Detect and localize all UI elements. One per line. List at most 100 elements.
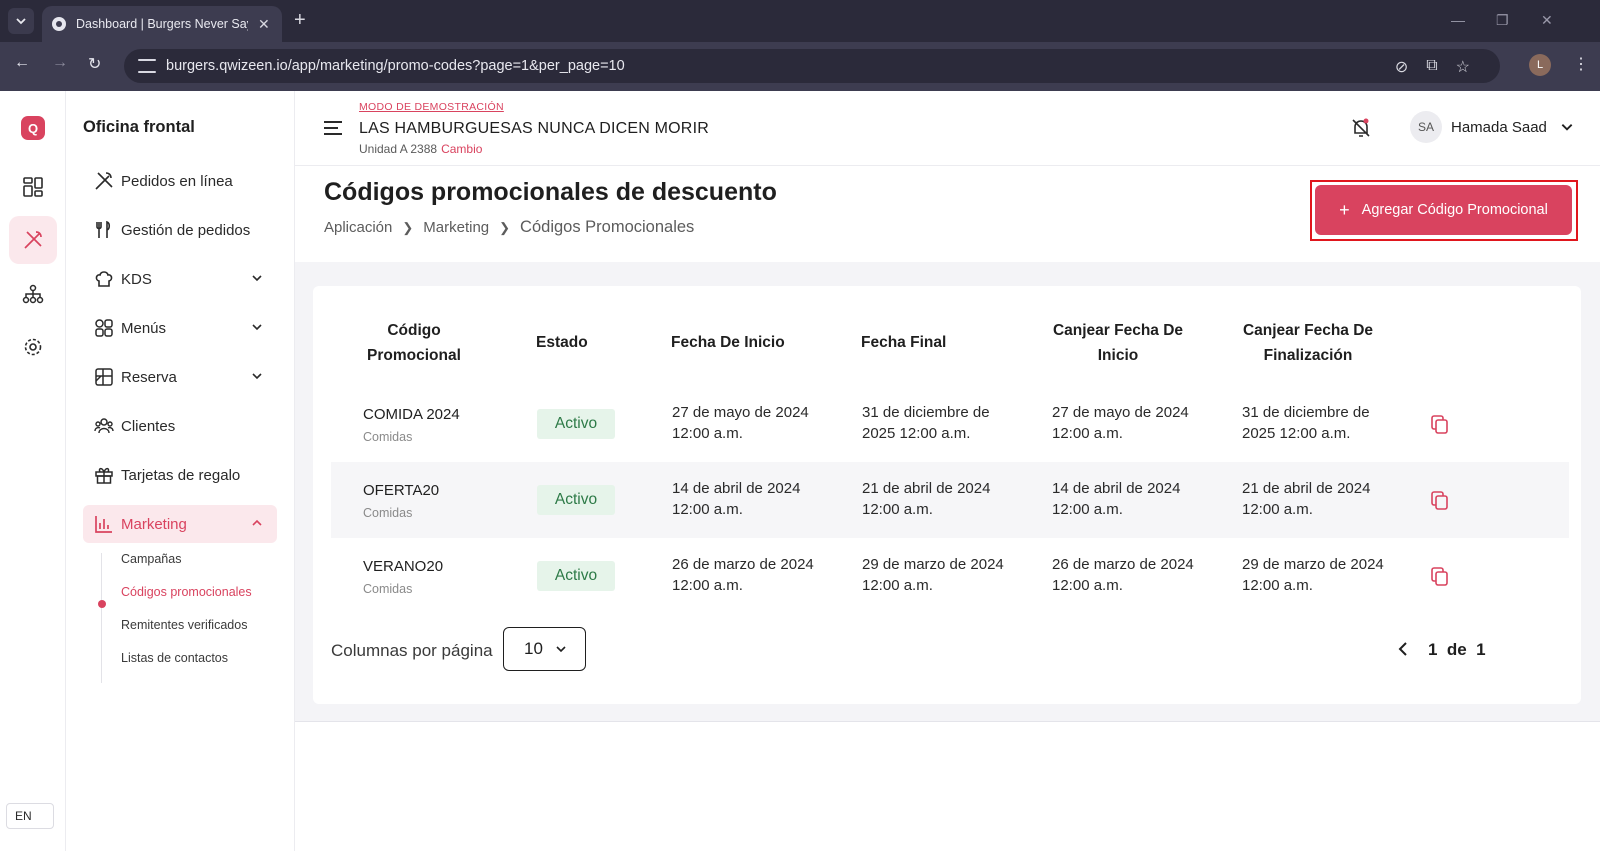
new-tab-button[interactable]: +	[294, 10, 306, 30]
top-bar: MODO DE DEMOSTRACIÓN LAS HAMBURGUESAS NU…	[295, 91, 1600, 166]
url-text[interactable]: burgers.qwizeen.io/app/marketing/promo-c…	[166, 58, 625, 74]
bar-chart-icon	[93, 513, 115, 535]
profile-avatar[interactable]: L	[1529, 54, 1551, 76]
column-header-code[interactable]: Código Promocional	[349, 318, 479, 368]
sidebar-item-label: Reserva	[121, 368, 177, 386]
restaurant-name: LAS HAMBURGUESAS NUNCA DICEN MORIR	[359, 120, 709, 137]
time-line: 12:00 a.m.	[672, 501, 743, 518]
tab-search-button[interactable]	[8, 8, 34, 34]
redeem-end-cell: 21 de abril de 2024 12:00 a.m.	[1242, 478, 1370, 520]
date-line: 29 de marzo de 2024	[1242, 556, 1384, 573]
add-promo-code-button[interactable]: + Agregar Código Promocional	[1315, 185, 1572, 235]
sidebar-item-reservation[interactable]: Reserva	[83, 358, 277, 396]
gear-icon	[24, 338, 42, 356]
user-avatar[interactable]: SA	[1410, 111, 1442, 143]
date-line: 26 de marzo de 2024	[672, 556, 814, 573]
sidebar-item-gift-cards[interactable]: Tarjetas de regalo	[83, 456, 277, 494]
copy-icon[interactable]	[1429, 565, 1451, 587]
column-header-status[interactable]: Estado	[536, 330, 588, 355]
star-icon[interactable]: ☆	[1456, 57, 1470, 77]
sidebar-subitem-contact-lists[interactable]: Listas de contactos	[121, 651, 228, 665]
promo-code-cell: OFERTA20 Comidas	[363, 480, 439, 524]
page-title: Códigos promocionales de descuento	[324, 178, 777, 206]
header-line: Finalización	[1263, 347, 1353, 364]
user-name[interactable]: Hamada Saad	[1451, 119, 1547, 136]
status-badge: Activo	[537, 561, 615, 591]
date-line: 21 de abril de 2024	[862, 480, 991, 497]
date-line: 27 de mayo de 2024	[672, 404, 809, 421]
column-header-start-date[interactable]: Fecha De Inicio	[671, 330, 785, 355]
breadcrumb-item[interactable]: Marketing	[423, 219, 489, 236]
time-line: 2025 12:00 a.m.	[1242, 425, 1351, 442]
window-close-icon[interactable]: ✕	[1541, 12, 1553, 29]
copy-icon[interactable]	[1429, 413, 1451, 435]
rail-front-office-button[interactable]	[9, 216, 57, 264]
sidebar-subitem-verified-senders[interactable]: Remitentes verificados	[121, 618, 247, 632]
rail-org-button[interactable]	[9, 270, 57, 318]
status-badge: Activo	[537, 409, 615, 439]
time-line: 12:00 a.m.	[1052, 501, 1123, 518]
chevron-down-icon[interactable]	[1560, 120, 1574, 134]
dashboard-icon	[23, 177, 43, 197]
date-line: 27 de mayo de 2024	[1052, 404, 1189, 421]
header-line: Fecha Final	[861, 334, 947, 351]
time-line: 12:00 a.m.	[1052, 577, 1123, 594]
sidebar-subitem-promo-codes[interactable]: Códigos promocionales	[121, 585, 252, 599]
address-bar[interactable]: burgers.qwizeen.io/app/marketing/promo-c…	[124, 49, 1500, 83]
highlight-frame: + Agregar Código Promocional	[1310, 180, 1578, 241]
grid-icon	[93, 317, 115, 339]
header-line: Estado	[536, 334, 588, 351]
language-switcher[interactable]: EN	[6, 803, 54, 829]
table-row[interactable]: OFERTA20 Comidas Activo 14 de abril de 2…	[331, 462, 1569, 538]
sidebar-item-label: Marketing	[121, 515, 187, 533]
column-header-redeem-start[interactable]: Canjear Fecha De Inicio	[1043, 318, 1193, 368]
date-line: 14 de abril de 2024	[1052, 480, 1181, 497]
close-icon[interactable]: ✕	[258, 16, 270, 33]
change-unit-link[interactable]: Cambio	[441, 142, 482, 156]
sidebar-item-order-management[interactable]: Gestión de pedidos	[83, 211, 277, 249]
minimize-icon[interactable]: —	[1451, 12, 1465, 28]
sidebar-subitem-campaigns[interactable]: Campañas	[121, 552, 181, 566]
breadcrumb-current: Códigos Promocionales	[520, 218, 695, 236]
table-row[interactable]: VERANO20 Comidas Activo 26 de marzo de 2…	[331, 538, 1569, 614]
menu-toggle-icon[interactable]	[324, 121, 342, 135]
sidebar-item-customers[interactable]: Clientes	[83, 407, 277, 445]
start-date-cell: 27 de mayo de 2024 12:00 a.m.	[672, 402, 809, 444]
browser-menu-icon[interactable]: ⋮	[1573, 54, 1589, 74]
promo-code-name: COMIDA 2024	[363, 406, 460, 423]
demo-mode-link[interactable]: MODO DE DEMOSTRACIÓN	[359, 101, 504, 113]
site-info-icon[interactable]	[138, 59, 156, 73]
sidebar-item-label: Tarjetas de regalo	[121, 466, 241, 484]
sidebar-item-online-orders[interactable]: Pedidos en línea	[83, 162, 277, 200]
rail-settings-button[interactable]	[9, 323, 57, 371]
chef-hat-icon	[93, 268, 115, 290]
column-header-end-date[interactable]: Fecha Final	[861, 330, 946, 355]
eye-off-icon[interactable]: ⊘	[1395, 57, 1408, 77]
redeem-end-cell: 31 de diciembre de 2025 12:00 a.m.	[1242, 402, 1370, 444]
main-area: MODO DE DEMOSTRACIÓN LAS HAMBURGUESAS NU…	[295, 91, 1600, 851]
time-line: 2025 12:00 a.m.	[862, 425, 971, 442]
chevron-left-icon[interactable]	[1396, 641, 1410, 657]
restore-icon[interactable]: ❐	[1496, 12, 1509, 29]
rail-dashboard-button[interactable]	[9, 163, 57, 211]
rows-per-page-select[interactable]: 10	[503, 627, 586, 671]
bell-off-icon[interactable]	[1349, 116, 1373, 140]
breadcrumb-item[interactable]: Aplicación	[324, 219, 392, 236]
reload-icon[interactable]: ↻	[88, 54, 101, 74]
copy-icon[interactable]	[1429, 489, 1451, 511]
table-icon	[93, 366, 115, 388]
app-logo[interactable]: Q	[21, 116, 45, 140]
browser-tab[interactable]: Dashboard | Burgers Never Say ✕	[42, 6, 282, 42]
sidebar-item-marketing[interactable]: Marketing	[83, 505, 277, 543]
translate-icon[interactable]: ⧉	[1426, 57, 1437, 77]
date-line: 14 de abril de 2024	[672, 480, 801, 497]
sidebar-item-menus[interactable]: Menús	[83, 309, 277, 347]
back-icon[interactable]: ←	[14, 54, 30, 72]
column-header-redeem-end[interactable]: Canjear Fecha De Finalización	[1233, 318, 1383, 368]
chevron-down-icon	[252, 373, 262, 380]
sidebar-item-kds[interactable]: KDS	[83, 260, 277, 298]
sidebar-item-label: Clientes	[121, 417, 176, 435]
redeem-end-cell: 29 de marzo de 2024 12:00 a.m.	[1242, 554, 1384, 596]
forward-icon[interactable]: →	[52, 54, 68, 72]
table-row[interactable]: COMIDA 2024 Comidas Activo 27 de mayo de…	[331, 386, 1569, 462]
